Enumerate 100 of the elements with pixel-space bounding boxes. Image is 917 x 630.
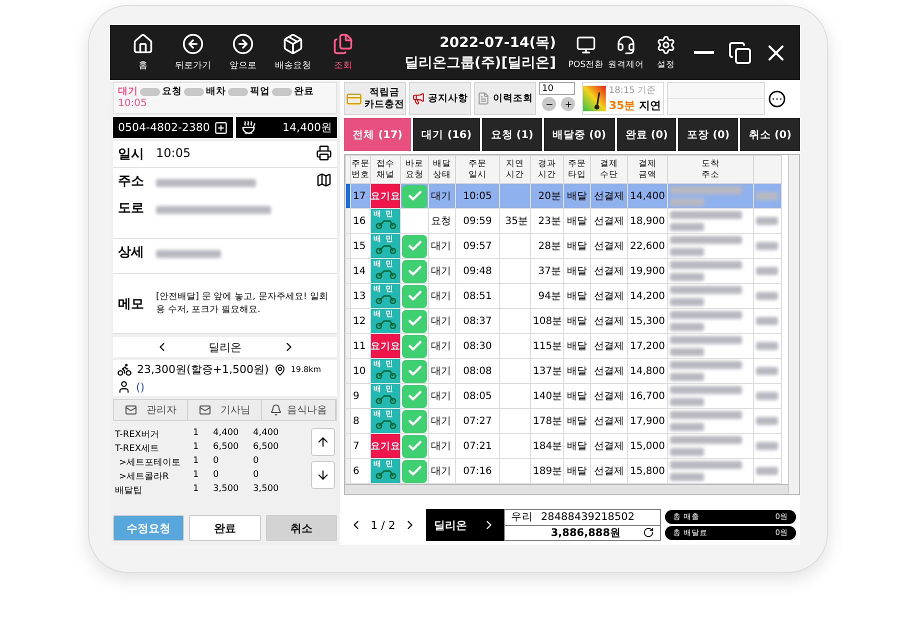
increase-button[interactable] bbox=[561, 97, 575, 111]
scooter-icon bbox=[374, 418, 398, 428]
blurred-text bbox=[670, 298, 704, 306]
restore-icon bbox=[728, 40, 752, 64]
bank-name: 우리 bbox=[511, 510, 533, 524]
field-label: 상세 bbox=[118, 244, 145, 261]
map-icon[interactable] bbox=[316, 172, 332, 188]
status-tab[interactable]: 전체 (17) bbox=[344, 118, 412, 151]
nav-button[interactable]: 배송요청 bbox=[268, 28, 318, 78]
field-label: 메모 bbox=[118, 296, 145, 312]
nav-button[interactable]: 앞으로 bbox=[218, 28, 268, 78]
blurred-text bbox=[670, 323, 704, 331]
document-icon bbox=[477, 92, 490, 105]
column-header: 주문 일시 bbox=[456, 156, 500, 184]
card-icon bbox=[346, 90, 362, 106]
forward-icon bbox=[232, 33, 254, 55]
blurred-text bbox=[670, 186, 742, 194]
status-step: 대기 bbox=[118, 85, 138, 98]
field-label: 주소 bbox=[118, 173, 145, 190]
order-amount: 14,400원 bbox=[282, 120, 332, 135]
store-name: 딜리온그룹(주)[딜리온] bbox=[404, 54, 556, 72]
memo-text: [안전배달] 문 앞에 놓고, 문자주세요! 일회용 수저, 포크가 필요해요. bbox=[156, 291, 329, 316]
mail-icon bbox=[124, 404, 137, 416]
agency-name: 딜리온 bbox=[208, 340, 242, 354]
column-header: 지연 시간 bbox=[500, 156, 530, 184]
status-tab[interactable]: 포장 (0) bbox=[678, 118, 738, 151]
reference-time: 18:15 기준 bbox=[608, 85, 657, 97]
step-connector bbox=[272, 88, 292, 96]
agency-button[interactable]: 딜리온 bbox=[426, 509, 504, 541]
item-name: T-REX세트 bbox=[115, 443, 160, 455]
pos-icon bbox=[576, 34, 596, 54]
account-number: 28488439218502 bbox=[541, 511, 635, 524]
order-time: 10:05 bbox=[156, 145, 192, 162]
megaphone-icon bbox=[412, 92, 425, 105]
history-button[interactable]: 이력조회 bbox=[474, 82, 536, 115]
field-label: 도로 bbox=[118, 200, 145, 217]
action-button[interactable]: 취소 bbox=[266, 515, 337, 541]
scooter-icon bbox=[374, 368, 398, 378]
plus-icon[interactable] bbox=[214, 120, 228, 134]
item-price: 6,500 bbox=[213, 442, 240, 454]
decrease-button[interactable] bbox=[542, 97, 556, 111]
status-tab[interactable]: 대기 (16) bbox=[413, 118, 480, 151]
card-charge-button[interactable]: 적립금 카드충전 bbox=[344, 82, 406, 115]
notice-button[interactable]: 공지사항 bbox=[409, 82, 471, 115]
status-tab[interactable]: 요청 (1) bbox=[482, 118, 542, 151]
blurred-text bbox=[670, 236, 742, 244]
status-step: 픽업 bbox=[250, 85, 270, 98]
item-name: >세트포테이토 bbox=[119, 457, 182, 469]
status-step: 요청 bbox=[162, 85, 182, 98]
remote-icon bbox=[616, 34, 636, 54]
item-qty: 1 bbox=[193, 456, 200, 468]
bell-icon bbox=[270, 404, 282, 416]
column-header: 접수 채널 bbox=[370, 156, 400, 184]
tool-button[interactable]: 설정 bbox=[646, 28, 686, 78]
blurred-text bbox=[670, 273, 704, 281]
contact-button[interactable]: 관리자 bbox=[114, 400, 188, 420]
item-total: 6,500 bbox=[253, 442, 280, 454]
column-header: 주문 번호 bbox=[350, 156, 370, 184]
item-price: 0 bbox=[213, 470, 220, 482]
nav-button[interactable]: 뒤로가기 bbox=[168, 28, 218, 78]
status-tab[interactable]: 취소 (0) bbox=[740, 118, 800, 151]
home-icon bbox=[132, 33, 154, 55]
item-total: 3,500 bbox=[253, 484, 280, 496]
scooter-icon bbox=[374, 268, 398, 278]
tool-button[interactable]: 원격제어 bbox=[606, 28, 646, 78]
contact-button[interactable]: 기사님 bbox=[188, 400, 262, 420]
column-header: 결제 수단 bbox=[590, 156, 628, 184]
blurred-text bbox=[756, 317, 778, 325]
scroll-up-button[interactable] bbox=[311, 428, 335, 456]
item-name: 배달팁 bbox=[115, 485, 143, 497]
refresh-icon[interactable] bbox=[643, 527, 654, 538]
status-tab[interactable]: 배달중 (0) bbox=[544, 118, 615, 151]
blurred-text bbox=[670, 473, 704, 481]
nav-button[interactable]: 조회 bbox=[318, 28, 368, 78]
blurred-text bbox=[756, 342, 778, 350]
vertical-scrollbar[interactable] bbox=[788, 155, 799, 494]
blurred-text bbox=[156, 250, 221, 258]
files-icon bbox=[332, 33, 354, 55]
contact-button[interactable]: 음식나옴 bbox=[262, 400, 336, 420]
scooter-icon bbox=[374, 242, 398, 254]
tool-button[interactable]: POS전환 bbox=[566, 28, 606, 78]
item-price: 4,400 bbox=[213, 428, 240, 440]
column-header: 결제 금액 bbox=[628, 156, 668, 184]
scooter-icon bbox=[374, 318, 398, 328]
column-header: 경과 시간 bbox=[530, 156, 564, 184]
more-icon[interactable] bbox=[768, 90, 786, 108]
horizontal-scrollbar[interactable] bbox=[345, 484, 788, 494]
blurred-text bbox=[756, 442, 778, 450]
settings-icon bbox=[656, 34, 676, 54]
action-button[interactable]: 완료 bbox=[189, 515, 261, 541]
blurred-text bbox=[670, 461, 742, 469]
status-tab[interactable]: 완료 (0) bbox=[616, 118, 676, 151]
count-field[interactable]: 10 bbox=[539, 82, 575, 95]
box-icon bbox=[282, 33, 304, 55]
column-header: 도착 주소 bbox=[668, 156, 754, 184]
scroll-down-button[interactable] bbox=[311, 461, 335, 489]
blurred-text bbox=[756, 192, 778, 200]
printer-icon[interactable] bbox=[316, 145, 332, 161]
mail-icon bbox=[198, 404, 211, 416]
nav-button[interactable]: 홈 bbox=[118, 28, 168, 78]
